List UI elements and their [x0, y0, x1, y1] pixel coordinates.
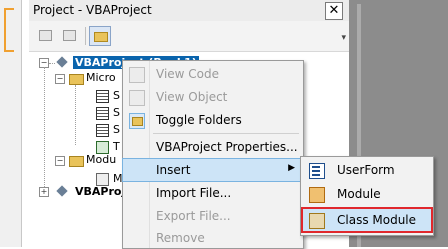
menu-item-label: VBAProject Properties... [156, 140, 298, 154]
menu-item-import-file[interactable]: Import File... [123, 182, 303, 204]
panel-title: Project - VBAProject [33, 3, 152, 17]
menu-item-insert[interactable]: Insert ▶ [122, 158, 304, 182]
submenu-item-module[interactable]: Module [301, 183, 433, 205]
insert-submenu: UserForm Module Class Module [300, 156, 434, 236]
project-icon [56, 56, 68, 68]
collapse-expander-icon[interactable]: − [55, 156, 65, 166]
menu-item-label: Insert [156, 163, 191, 177]
tree-node-sheet[interactable]: S [113, 106, 120, 121]
project-explorer-titlebar: Project - VBAProject ✕ [29, 0, 349, 22]
worksheet-icon [96, 90, 109, 103]
toolbar-separator [85, 27, 86, 45]
submenu-item-class-module[interactable]: Class Module [301, 207, 433, 233]
menu-item-view-code[interactable]: View Code [123, 63, 303, 85]
view-object-icon [129, 90, 145, 106]
folder-icon [69, 156, 84, 167]
toolbar-overflow-icon[interactable]: ▾ [341, 33, 346, 43]
view-code-toolbar-button[interactable] [35, 26, 55, 44]
view-code-icon [39, 30, 52, 41]
submenu-arrow-icon: ▶ [288, 163, 295, 173]
module-icon [309, 187, 325, 203]
background-window-edge [0, 0, 22, 247]
folder-icon [69, 74, 84, 85]
menu-item-label: Import File... [156, 186, 232, 200]
menu-item-label: Remove [156, 231, 205, 245]
tree-connector [49, 63, 55, 64]
submenu-item-userform[interactable]: UserForm [301, 159, 433, 181]
folder-label: Modu [86, 153, 117, 166]
tree-node-sheet[interactable]: S [113, 89, 120, 104]
toggle-folders-icon [129, 113, 145, 129]
userform-icon [309, 163, 325, 179]
menu-item-label: Export File... [156, 209, 231, 223]
tree-connector [44, 67, 45, 187]
project-explorer-toolbar: ▾ [29, 21, 349, 52]
tree-node-excel-objects-folder[interactable]: Micro [86, 71, 116, 86]
tree-node-sheet[interactable]: S [113, 123, 120, 138]
toggle-folders-toolbar-button[interactable] [89, 26, 111, 46]
menu-separator [153, 133, 299, 134]
menu-item-label: View Code [156, 67, 220, 81]
view-object-icon [63, 30, 76, 41]
workbook-label: T [113, 140, 120, 153]
expand-expander-icon[interactable]: + [39, 187, 49, 197]
close-button[interactable]: ✕ [325, 2, 343, 20]
submenu-item-label: UserForm [337, 163, 395, 177]
context-menu: View Code View Object Toggle Folders VBA… [122, 60, 304, 249]
menu-item-label: Toggle Folders [156, 113, 242, 127]
menu-item-export-file[interactable]: Export File... [123, 205, 303, 227]
tree-connector [75, 85, 76, 145]
highlight-box [301, 207, 433, 233]
tree-node-modules-folder[interactable]: Modu [86, 153, 116, 168]
menu-item-label: View Object [156, 90, 228, 104]
menu-item-project-properties[interactable]: VBAProject Properties... [123, 136, 303, 158]
sheet-label: S [113, 106, 120, 119]
view-code-icon [129, 67, 145, 83]
folder-label: Micro [86, 71, 116, 84]
sheet-label: S [113, 89, 120, 102]
menu-item-toggle-folders[interactable]: Toggle Folders [123, 109, 303, 131]
menu-item-view-object[interactable]: View Object [123, 86, 303, 108]
folder-icon [94, 32, 108, 42]
menu-item-remove[interactable]: Remove [123, 227, 303, 249]
submenu-item-label: Module [337, 187, 381, 201]
project-icon [56, 185, 68, 197]
worksheet-icon [96, 124, 109, 137]
collapse-expander-icon[interactable]: − [55, 74, 65, 84]
sheet-label: S [113, 123, 120, 136]
view-object-toolbar-button[interactable] [59, 26, 79, 44]
background-window-accent [4, 8, 14, 52]
worksheet-icon [96, 107, 109, 120]
